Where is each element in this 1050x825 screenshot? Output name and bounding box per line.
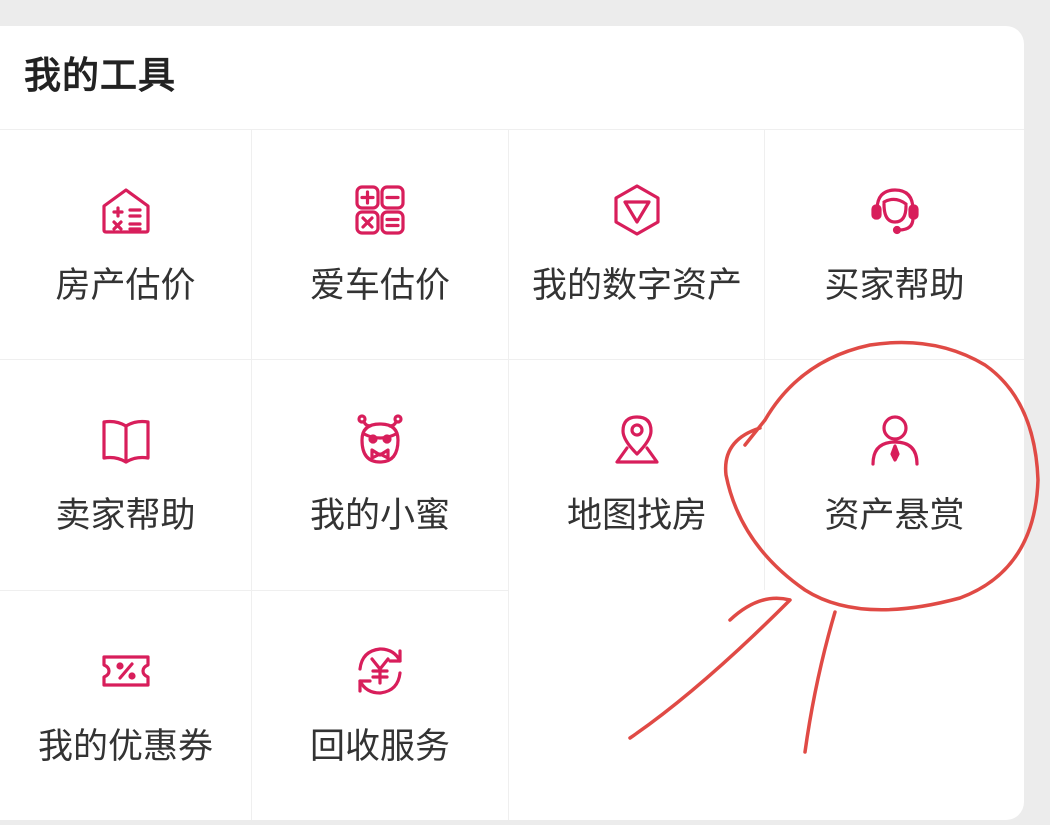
tool-label: 房产估价 — [55, 266, 196, 306]
tool-digital-assets[interactable]: 我的数字资产 — [509, 130, 765, 360]
tool-label: 我的数字资产 — [531, 266, 742, 306]
tool-label: 卖家帮助 — [55, 496, 196, 536]
tool-car-valuation[interactable]: 爱车估价 — [252, 130, 508, 360]
tool-recycle-service[interactable]: 回收服务 — [252, 591, 508, 820]
coupon-percent-icon — [98, 643, 154, 699]
tool-label: 回收服务 — [309, 727, 450, 767]
house-calculator-icon — [98, 182, 154, 238]
open-book-icon — [98, 412, 154, 468]
tool-house-valuation[interactable]: 房产估价 — [0, 130, 251, 360]
tool-asset-bounty[interactable]: 资产悬赏 — [765, 360, 1024, 590]
tool-map-house-search[interactable]: 地图找房 — [509, 360, 765, 590]
my-tools-card: 我的工具 房产估价 爱车估价 我的数字资产 买家帮助 卖家帮助 我的小蜜 地图找… — [0, 26, 1024, 820]
tool-label: 我的优惠券 — [37, 727, 213, 767]
person-tie-icon — [867, 412, 923, 468]
card-title: 我的工具 — [24, 54, 176, 97]
tool-label: 我的小蜜 — [309, 496, 450, 536]
tool-label: 地图找房 — [566, 496, 707, 536]
map-pin-icon — [609, 412, 665, 468]
tool-label: 买家帮助 — [824, 266, 965, 306]
calculator-grid-icon — [352, 182, 408, 238]
tool-label: 爱车估价 — [309, 266, 450, 306]
tool-my-assistant[interactable]: 我的小蜜 — [252, 360, 508, 590]
tool-buyer-help[interactable]: 买家帮助 — [765, 130, 1024, 360]
digital-asset-hexagon-icon — [609, 182, 665, 238]
owl-assistant-icon — [352, 412, 408, 468]
tool-label: 资产悬赏 — [824, 496, 965, 536]
yen-recycle-icon — [352, 643, 408, 699]
headset-agent-icon — [867, 182, 923, 238]
tool-seller-help[interactable]: 卖家帮助 — [0, 360, 251, 590]
tool-my-coupons[interactable]: 我的优惠券 — [0, 591, 251, 820]
